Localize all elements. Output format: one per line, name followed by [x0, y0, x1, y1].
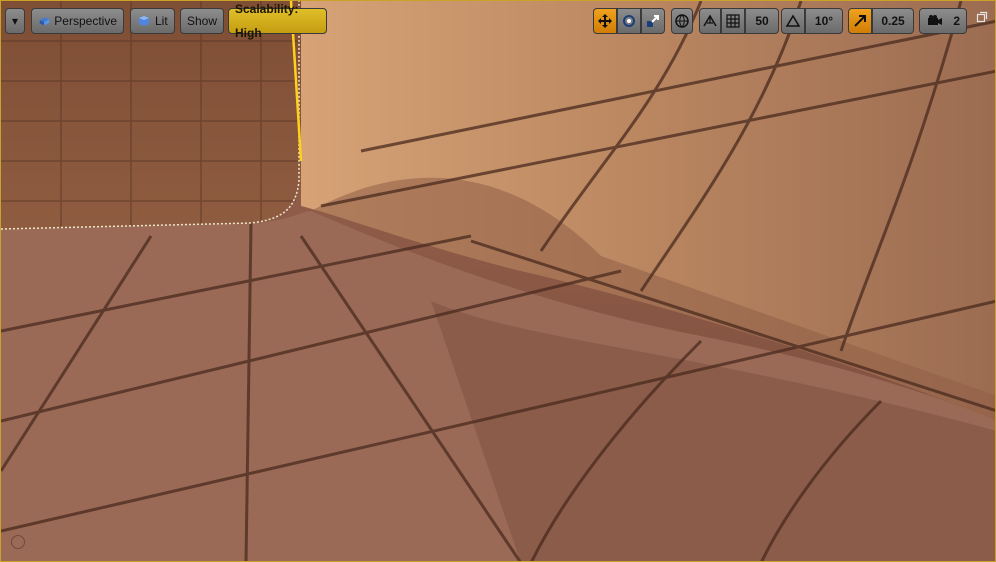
camera-speed-button[interactable]: 2 — [919, 8, 967, 34]
translate-mode-button[interactable] — [593, 8, 617, 34]
show-label: Show — [186, 14, 218, 28]
rotate-icon — [623, 15, 635, 27]
scale-snap-arrow-icon — [854, 15, 866, 27]
viewport-toolbar: ▾ Perspective Lit Show Scalability: High — [5, 2, 991, 40]
perspective-button[interactable]: Perspective — [31, 8, 124, 34]
rotate-mode-button[interactable] — [617, 8, 641, 34]
viewport-scene[interactable] — [1, 1, 996, 562]
camera-icon — [928, 15, 942, 25]
scale-icon — [647, 15, 659, 27]
viewport-options-dropdown[interactable]: ▾ — [5, 8, 25, 34]
chevron-down-icon: ▾ — [11, 14, 19, 28]
grid-snap-group: 50 — [699, 8, 779, 34]
maximize-icon — [976, 11, 988, 23]
scale-snap-toggle[interactable] — [848, 8, 872, 34]
scale-snap-value: 0.25 — [881, 14, 905, 28]
scale-snap-value-dropdown[interactable]: 0.25 — [872, 8, 914, 34]
viewport-realtime-indicator-icon — [11, 535, 25, 549]
level-viewport[interactable]: ▾ Perspective Lit Show Scalability: High — [0, 0, 996, 562]
translate-arrows-icon — [598, 14, 612, 28]
world-globe-icon — [675, 14, 689, 28]
lit-sphere-icon — [139, 16, 149, 26]
perspective-cube-icon — [39, 17, 50, 26]
transform-mode-group — [593, 8, 665, 34]
scalability-warning-button[interactable]: Scalability: High — [228, 2, 327, 40]
rotation-snap-group: 10° — [781, 8, 843, 34]
lit-label: Lit — [155, 14, 168, 28]
grid-snap-value-dropdown[interactable]: 50 — [745, 8, 779, 34]
lit-button[interactable]: Lit — [130, 8, 175, 34]
grid-snap-toggle[interactable] — [721, 8, 745, 34]
rotation-snap-toggle[interactable] — [781, 8, 805, 34]
surface-snap-icon — [703, 14, 717, 27]
rotation-snap-value-dropdown[interactable]: 10° — [805, 8, 843, 34]
angle-icon — [785, 14, 801, 27]
scale-mode-button[interactable] — [641, 8, 665, 34]
maximize-viewport-button[interactable] — [975, 11, 989, 25]
scale-snap-group: 0.25 — [848, 8, 914, 34]
scalability-label: Scalability: High — [235, 2, 299, 40]
camera-speed-value: 2 — [953, 14, 960, 28]
show-button[interactable]: Show — [180, 8, 224, 34]
world-local-toggle[interactable] — [671, 8, 693, 34]
perspective-label: Perspective — [54, 14, 117, 28]
grid-icon — [726, 14, 740, 28]
grid-snap-value: 50 — [755, 14, 769, 28]
surface-snap-button[interactable] — [699, 8, 721, 34]
rotation-snap-value: 10° — [814, 14, 834, 28]
